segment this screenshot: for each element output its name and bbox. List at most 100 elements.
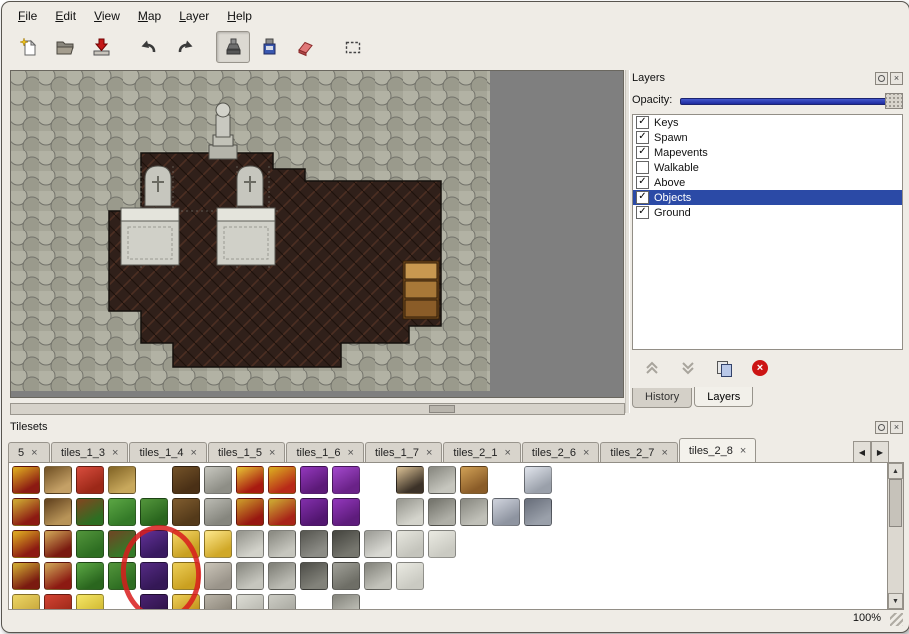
palette-tile[interactable] [459, 529, 489, 559]
palette-tile[interactable] [523, 593, 553, 610]
palette-tile[interactable] [331, 529, 361, 559]
palette-tile[interactable] [43, 561, 73, 591]
palette-tile[interactable] [491, 561, 521, 591]
resize-grip[interactable] [890, 613, 903, 626]
palette-tile[interactable] [43, 465, 73, 495]
eraser-tool-button[interactable] [288, 31, 322, 63]
stamp-tool-button[interactable] [216, 31, 250, 63]
menu-help[interactable]: Help [219, 7, 260, 27]
map-canvas[interactable] [11, 71, 490, 391]
close-panel-button[interactable]: × [890, 72, 903, 85]
layer-row-objects[interactable]: ✓Objects [633, 190, 902, 205]
palette-tile[interactable] [331, 465, 361, 495]
scroll-up-button[interactable]: ▲ [888, 463, 903, 479]
palette-tile[interactable] [491, 497, 521, 527]
palette-tile[interactable] [299, 497, 329, 527]
palette-tile[interactable] [299, 593, 329, 610]
float-panel-button[interactable] [875, 421, 888, 434]
palette-tile[interactable] [139, 529, 169, 559]
tab-close-icon[interactable]: × [112, 448, 118, 458]
palette-tile[interactable] [427, 465, 457, 495]
palette-tile[interactable] [491, 529, 521, 559]
palette-tile[interactable] [75, 465, 105, 495]
palette-tile[interactable] [267, 561, 297, 591]
palette-tile[interactable] [427, 529, 457, 559]
palette-tile[interactable] [459, 593, 489, 610]
layer-visibility-checkbox[interactable] [636, 161, 649, 174]
palette-tile[interactable] [267, 529, 297, 559]
tab-close-icon[interactable]: × [269, 448, 275, 458]
layer-visibility-checkbox[interactable]: ✓ [636, 146, 649, 159]
open-file-button[interactable] [48, 31, 82, 63]
rect-select-tool-button[interactable] [336, 31, 370, 63]
palette-tile[interactable] [107, 561, 137, 591]
palette-tile[interactable] [171, 529, 201, 559]
tab-history[interactable]: History [632, 388, 692, 408]
palette-tile[interactable] [107, 465, 137, 495]
scrollbar-thumb[interactable] [429, 405, 455, 413]
menu-map[interactable]: Map [130, 7, 169, 27]
menu-layer[interactable]: Layer [171, 7, 217, 27]
scroll-down-button[interactable]: ▼ [888, 593, 903, 609]
palette-tile[interactable] [43, 593, 73, 610]
palette-tile[interactable] [427, 497, 457, 527]
palette-tile[interactable] [523, 465, 553, 495]
palette-tile[interactable] [331, 561, 361, 591]
tab-close-icon[interactable]: × [348, 448, 354, 458]
scroll-tabs-right-button[interactable]: ▶ [871, 441, 889, 464]
fill-tool-button[interactable] [252, 31, 286, 63]
tab-close-icon[interactable]: × [583, 448, 589, 458]
palette-tile[interactable] [523, 561, 553, 591]
palette-tile[interactable] [427, 593, 457, 610]
map-horizontal-scrollbar[interactable] [10, 403, 625, 415]
palette-tile[interactable] [299, 561, 329, 591]
tileset-tab-tiles_2_1[interactable]: tiles_2_1× [443, 442, 520, 462]
palette-tile[interactable] [299, 529, 329, 559]
palette-tile[interactable] [203, 593, 233, 610]
duplicate-layer-button[interactable] [710, 355, 738, 381]
palette-tile[interactable] [11, 561, 41, 591]
palette-tile[interactable] [203, 529, 233, 559]
palette-tile[interactable] [75, 497, 105, 527]
tileset-tab-tiles_1_7[interactable]: tiles_1_7× [365, 442, 442, 462]
tab-close-icon[interactable]: × [740, 446, 746, 456]
palette-tile[interactable] [139, 497, 169, 527]
tab-close-icon[interactable]: × [191, 448, 197, 458]
palette-tile[interactable] [395, 529, 425, 559]
tileset-tab-tiles_1_4[interactable]: tiles_1_4× [129, 442, 206, 462]
palette-tile[interactable] [107, 497, 137, 527]
palette-tile[interactable] [395, 465, 425, 495]
palette-tile[interactable] [523, 529, 553, 559]
palette-tile[interactable] [171, 465, 201, 495]
palette-tile[interactable] [171, 561, 201, 591]
tileset-tab-tiles_2_7[interactable]: tiles_2_7× [600, 442, 677, 462]
palette-tile[interactable] [331, 593, 361, 610]
layer-visibility-checkbox[interactable]: ✓ [636, 206, 649, 219]
palette-tile[interactable] [235, 529, 265, 559]
palette-tile[interactable] [267, 465, 297, 495]
scrollbar-thumb[interactable] [889, 479, 902, 527]
palette-tile[interactable] [11, 465, 41, 495]
layer-row-keys[interactable]: ✓Keys [633, 115, 902, 130]
menu-edit[interactable]: Edit [47, 7, 84, 27]
layer-visibility-checkbox[interactable]: ✓ [636, 176, 649, 189]
palette-tile[interactable] [139, 593, 169, 610]
palette-tile[interactable] [139, 465, 169, 495]
palette-tile[interactable] [395, 561, 425, 591]
tileset-tab-tiles_1_6[interactable]: tiles_1_6× [286, 442, 363, 462]
palette-tile[interactable] [331, 497, 361, 527]
palette-tile[interactable] [395, 593, 425, 610]
palette-tile[interactable] [203, 465, 233, 495]
tab-close-icon[interactable]: × [504, 448, 510, 458]
layer-row-ground[interactable]: ✓Ground [633, 205, 902, 220]
tileset-tab-5[interactable]: 5× [8, 442, 50, 462]
move-layer-up-button[interactable] [638, 355, 666, 381]
tab-close-icon[interactable]: × [661, 448, 667, 458]
palette-tile[interactable] [267, 593, 297, 610]
palette-tile[interactable] [11, 529, 41, 559]
tileset-vertical-scrollbar[interactable]: ▲ ▼ [887, 462, 904, 610]
float-panel-button[interactable] [875, 72, 888, 85]
palette-tile[interactable] [523, 497, 553, 527]
palette-tile[interactable] [75, 593, 105, 610]
move-layer-down-button[interactable] [674, 355, 702, 381]
